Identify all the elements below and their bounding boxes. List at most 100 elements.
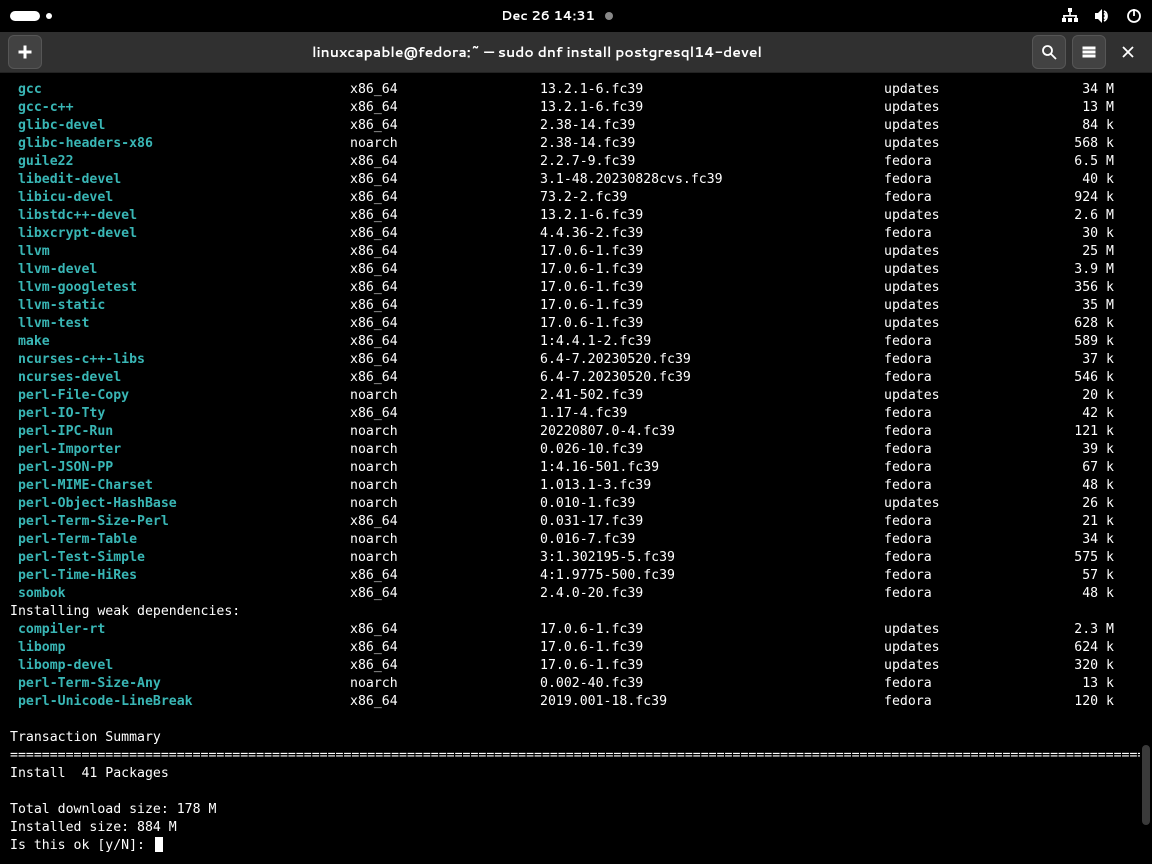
package-repo: fedora [884,369,1014,387]
package-arch: x86_64 [350,693,540,711]
package-repo: fedora [884,513,1014,531]
package-arch: x86_64 [350,513,540,531]
package-repo: fedora [884,189,1014,207]
package-version: 1:4.4.1-2.fc39 [540,333,884,351]
package-arch: x86_64 [350,81,540,99]
package-row: llvm-develx86_6417.0.6-1.fc39updates3.9 … [2,261,1150,279]
package-name: glibc-headers-x86 [10,135,153,153]
package-repo: updates [884,261,1014,279]
prompt-text: Is this ok [y/N]: [10,837,153,855]
package-row: glibc-develx86_642.38-14.fc39updates84 k [2,117,1150,135]
package-row: perl-Importernoarch0.026-10.fc39fedora39… [2,441,1150,459]
package-arch: x86_64 [350,621,540,639]
package-row: ncurses-c++-libsx86_646.4-7.20230520.fc3… [2,351,1150,369]
terminal-titlebar: linuxcapable@fedora:~ — sudo dnf install… [0,32,1152,73]
package-arch: noarch [350,387,540,405]
search-button[interactable] [1032,35,1066,69]
package-version: 4:1.9775-500.fc39 [540,567,884,585]
package-arch: x86_64 [350,153,540,171]
scrollbar[interactable] [1140,73,1152,864]
system-tray[interactable] [1062,8,1142,24]
package-version: 2.41-502.fc39 [540,387,884,405]
summary-title: Transaction Summary [2,729,1150,747]
summary-dl: Total download size: 178 M [2,801,1150,819]
package-size: 34 k [1014,531,1114,549]
package-name: perl-Unicode-LineBreak [10,693,193,711]
package-row: sombokx86_642.4.0-20.fc39fedora48 k [2,585,1150,603]
package-version: 3:1.302195-5.fc39 [540,549,884,567]
package-version: 0.026-10.fc39 [540,441,884,459]
package-arch: x86_64 [350,315,540,333]
package-name: libstdc++-devel [10,207,137,225]
package-arch: x86_64 [350,261,540,279]
package-name: make [10,333,50,351]
package-arch: x86_64 [350,585,540,603]
package-name: ncurses-c++-libs [10,351,145,369]
menu-button[interactable] [1072,35,1106,69]
package-repo: fedora [884,441,1014,459]
package-version: 13.2.1-6.fc39 [540,99,884,117]
package-version: 2.38-14.fc39 [540,117,884,135]
package-arch: x86_64 [350,99,540,117]
package-row: libxcrypt-develx86_644.4.36-2.fc39fedora… [2,225,1150,243]
package-version: 0.031-17.fc39 [540,513,884,531]
new-tab-button[interactable] [8,35,42,69]
package-arch: x86_64 [350,567,540,585]
package-name: ncurses-devel [10,369,121,387]
package-repo: fedora [884,405,1014,423]
package-size: 6.5 M [1014,153,1114,171]
package-size: 57 k [1014,567,1114,585]
package-row: perl-Unicode-LineBreak x86_642019.001-18.… [2,693,1150,711]
package-size: 26 k [1014,495,1114,513]
terminal-viewport[interactable]: gccx86_6413.2.1-6.fc39updates34 M gcc-c+… [0,73,1152,864]
package-name: llvm-googletest [10,279,137,297]
package-row: llvm-testx86_6417.0.6-1.fc39updates628 k [2,315,1150,333]
package-arch: noarch [350,441,540,459]
package-version: 3.1-48.20230828cvs.fc39 [540,171,884,189]
package-size: 546 k [1014,369,1114,387]
package-arch: x86_64 [350,171,540,189]
package-row: ncurses-devel x86_646.4-7.20230520.fc39fe… [2,369,1150,387]
package-repo: updates [884,207,1014,225]
package-name: llvm-static [10,297,105,315]
package-version: 6.4-7.20230520.fc39 [540,369,884,387]
package-name: glibc-devel [10,117,105,135]
package-row: perl-Time-HiRes x86_644:1.9775-500.fc39fe… [2,567,1150,585]
blank-line [2,783,1150,801]
package-arch: noarch [350,531,540,549]
package-version: 17.0.6-1.fc39 [540,639,884,657]
clock-button[interactable]: Dec 26 14:31 [501,7,613,25]
package-repo: updates [884,243,1014,261]
package-size: 21 k [1014,513,1114,531]
package-row: glibc-headers-x86noarch2.38-14.fc39updat… [2,135,1150,153]
package-name: gcc-c++ [10,99,74,117]
package-repo: updates [884,297,1014,315]
package-arch: x86_64 [350,657,540,675]
package-version: 2019.001-18.fc39 [540,693,884,711]
package-row: perl-IPC-Runnoarch20220807.0-4.fc39fedor… [2,423,1150,441]
prompt-line[interactable]: Is this ok [y/N]: [2,837,1150,855]
package-size: 2.3 M [1014,621,1114,639]
package-size: 3.9 M [1014,261,1114,279]
close-button[interactable] [1112,36,1144,68]
activities-button[interactable] [10,11,52,21]
package-row: gcc-c++x86_6413.2.1-6.fc39updates13 M [2,99,1150,117]
package-arch: x86_64 [350,351,540,369]
package-repo: fedora [884,171,1014,189]
package-arch: x86_64 [350,369,540,387]
package-repo: fedora [884,693,1014,711]
package-size: 39 k [1014,441,1114,459]
package-version: 4.4.36-2.fc39 [540,225,884,243]
package-row: libompx86_6417.0.6-1.fc39updates624 k [2,639,1150,657]
package-row: guile22x86_642.2.7-9.fc39fedora6.5 M [2,153,1150,171]
package-size: 320 k [1014,657,1114,675]
cursor-icon [155,837,163,852]
scrollbar-thumb[interactable] [1142,745,1150,825]
package-repo: fedora [884,567,1014,585]
package-name: llvm-devel [10,261,97,279]
summary-rule: ========================================… [2,747,1150,765]
package-version: 17.0.6-1.fc39 [540,315,884,333]
package-name: perl-Test-Simple [10,549,145,567]
package-name: perl-Time-HiRes [10,567,137,585]
package-row: perl-Term-Size-Perlx86_640.031-17.fc39fe… [2,513,1150,531]
